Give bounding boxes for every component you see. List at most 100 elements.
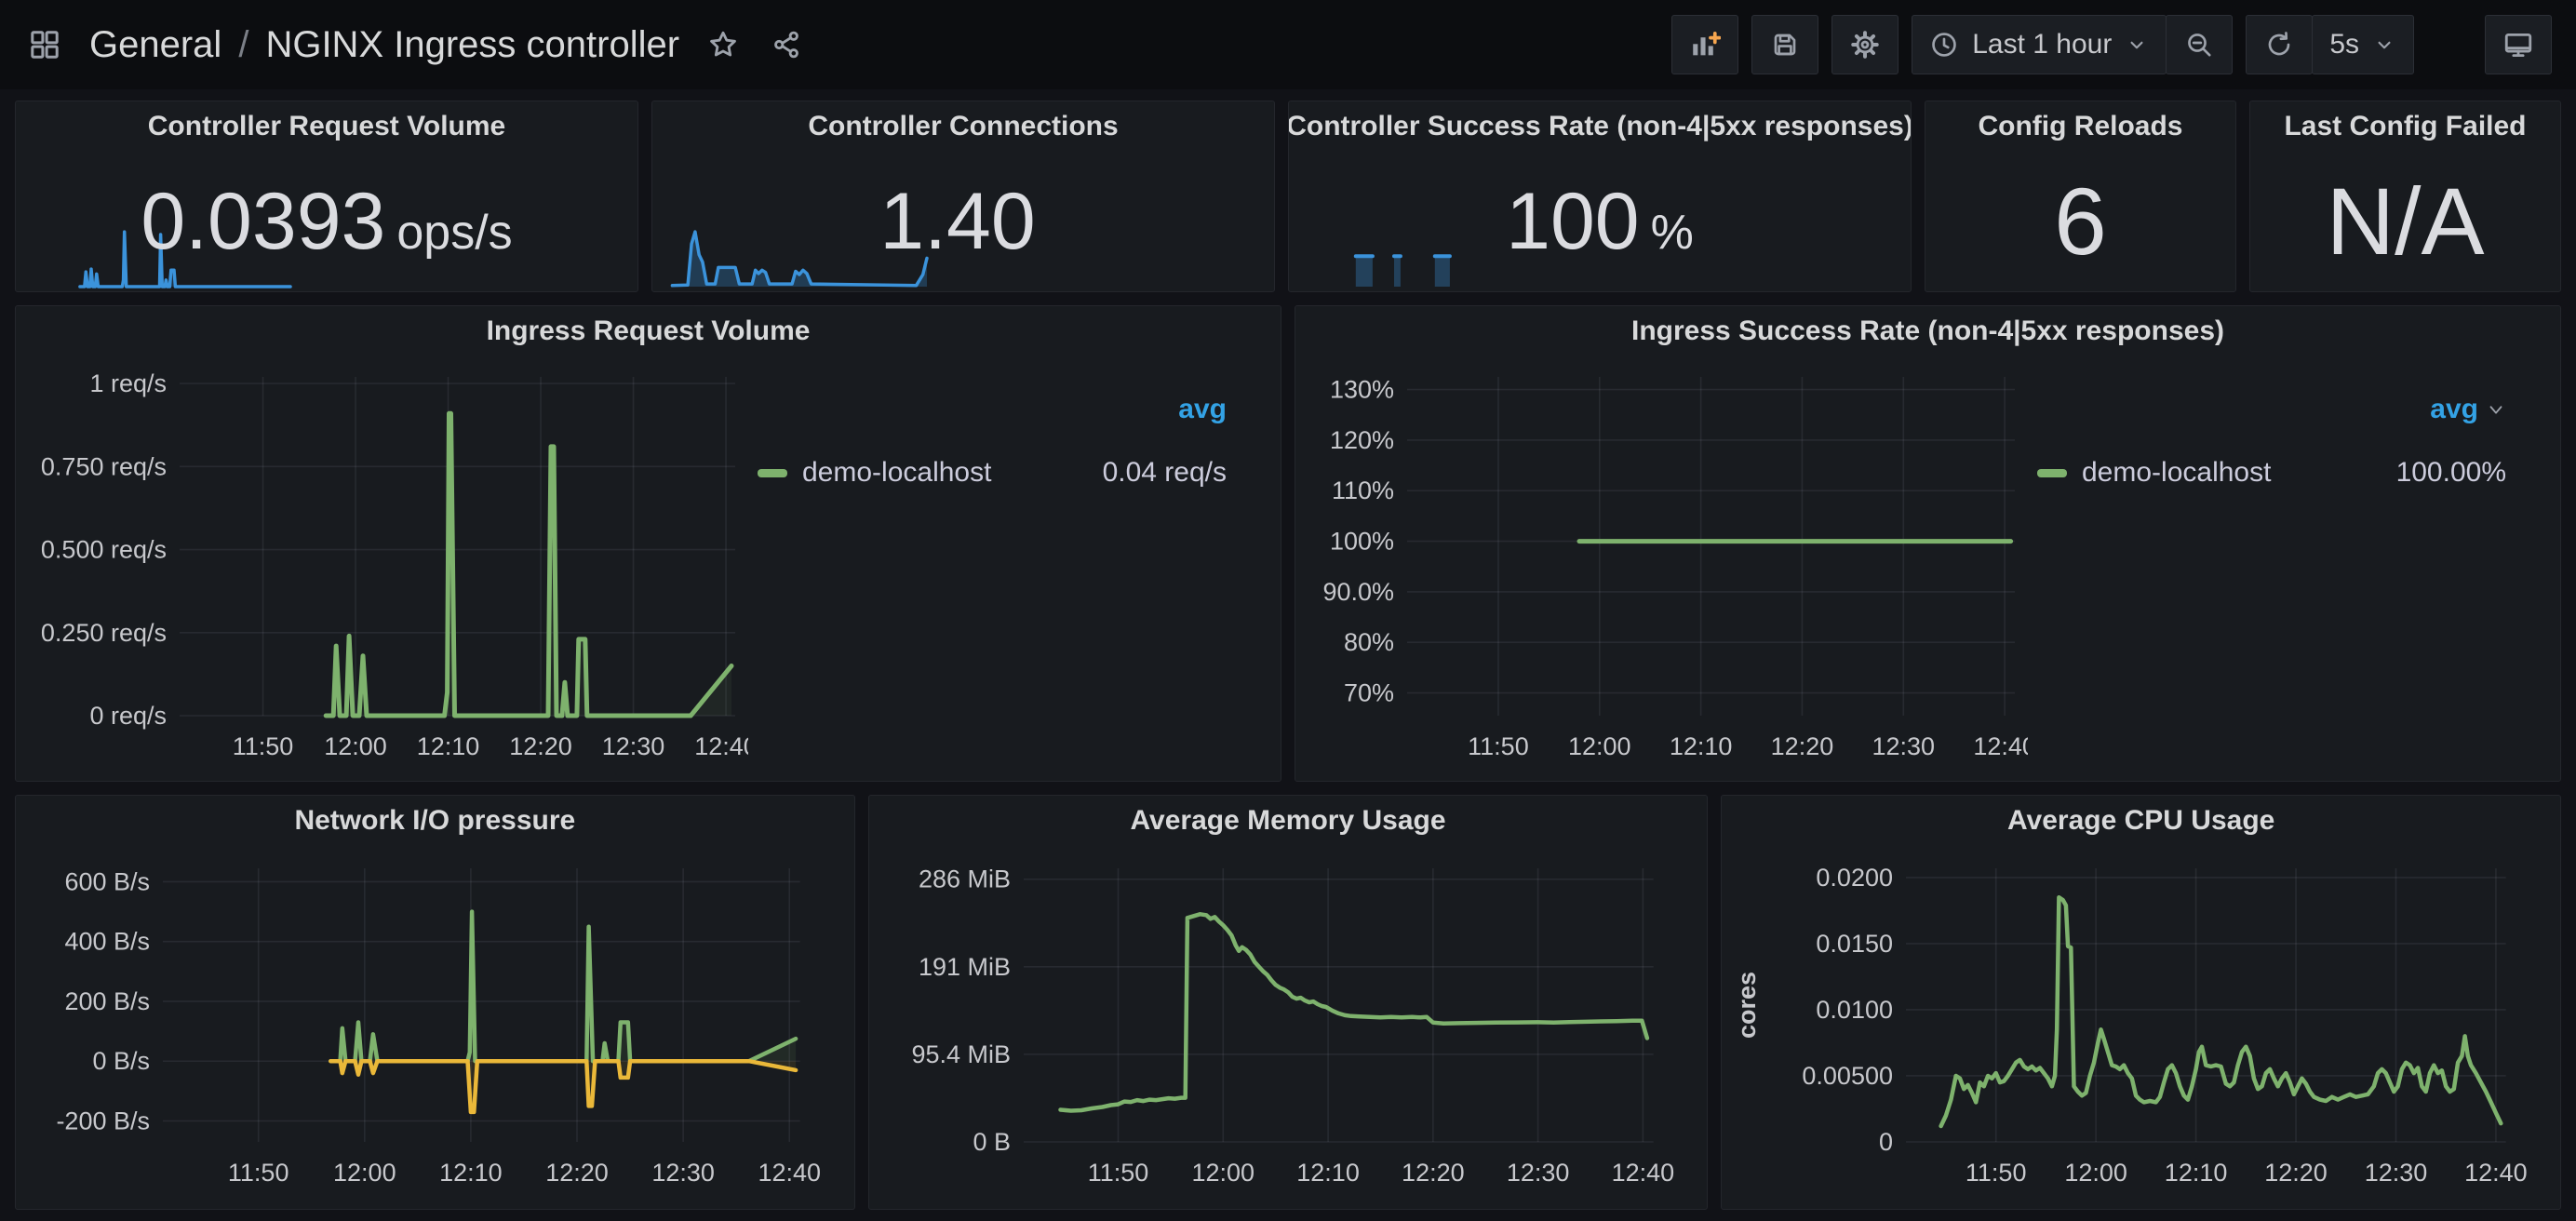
- breadcrumb-folder[interactable]: General: [89, 24, 221, 66]
- panel-title[interactable]: Controller Connections: [652, 101, 1274, 152]
- plus-icon: [1711, 34, 1720, 43]
- zoom-out-icon: [2184, 30, 2214, 60]
- svg-text:100%: 100%: [1330, 528, 1394, 556]
- svg-text:12:40: 12:40: [1611, 1159, 1674, 1187]
- ingress-request-volume-chart[interactable]: 11:5012:0012:1012:2012:3012:400 req/s0.2…: [21, 362, 748, 773]
- series-color-marker: [2037, 469, 2067, 477]
- svg-text:12:10: 12:10: [417, 732, 480, 760]
- share-icon[interactable]: [767, 25, 806, 64]
- svg-text:12:10: 12:10: [439, 1159, 503, 1187]
- stat-value: 0.0393ops/s: [141, 181, 512, 262]
- svg-text:12:30: 12:30: [1506, 1159, 1569, 1187]
- ingress-success-rate-chart[interactable]: 11:5012:0012:1012:2012:3012:4070%80%90.0…: [1301, 362, 2028, 773]
- svg-text:90.0%: 90.0%: [1322, 578, 1394, 606]
- panel-title[interactable]: Network I/O pressure: [16, 796, 854, 846]
- panel-config-reloads: Config Reloads 6: [1925, 101, 2236, 292]
- panel-network-io-pressure: Network I/O pressure 11:50 12:00 12:10 12:2…: [15, 795, 855, 1210]
- svg-text:11:50: 11:50: [1087, 1159, 1148, 1187]
- panel-title[interactable]: Average Memory Usage: [869, 796, 1708, 846]
- svg-text:cores: cores: [1733, 972, 1761, 1039]
- svg-text:0.0100: 0.0100: [1817, 996, 1894, 1024]
- panel-average-cpu-usage: Average CPU Usage 11:5012:0012:1012:2012…: [1721, 795, 2561, 1210]
- panel-controller-request-volume: Controller Request Volume 0.0393ops/s: [15, 101, 638, 292]
- star-icon[interactable]: [704, 25, 743, 64]
- panel-title[interactable]: Config Reloads: [1925, 101, 2235, 152]
- svg-text:12:00: 12:00: [2065, 1159, 2128, 1187]
- legend-row: demo-localhost 0.04 req/s: [758, 457, 1227, 489]
- monitor-icon: [2502, 29, 2534, 60]
- time-range-picker[interactable]: Last 1 hour: [1912, 15, 2167, 74]
- svg-text:191 MiB: 191 MiB: [919, 953, 1011, 981]
- panel-title[interactable]: Ingress Success Rate (non-4|5xx response…: [1295, 306, 2560, 356]
- svg-text:0.00500: 0.00500: [1803, 1062, 1894, 1090]
- svg-text:12:20: 12:20: [1771, 732, 1834, 760]
- svg-text:12:20: 12:20: [2265, 1159, 2328, 1187]
- dashboard-settings-button[interactable]: [1831, 15, 1898, 74]
- legend: avg demo-localhost 0.04 req/s: [748, 362, 1269, 773]
- average-cpu-chart[interactable]: 11:5012:0012:1012:2012:3012:4000.005000.…: [1727, 852, 2549, 1201]
- save-dashboard-button[interactable]: [1751, 15, 1818, 74]
- svg-text:11:50: 11:50: [1468, 732, 1529, 760]
- cycle-view-mode-button[interactable]: [2485, 15, 2552, 74]
- svg-text:11:50: 11:50: [228, 1159, 289, 1187]
- svg-text:12:10: 12:10: [2165, 1159, 2228, 1187]
- refresh-interval-picker[interactable]: 5s: [2312, 15, 2414, 74]
- svg-text:12:00: 12:00: [324, 732, 387, 760]
- time-range-label: Last 1 hour: [1972, 29, 2112, 60]
- svg-text:120%: 120%: [1330, 426, 1394, 454]
- svg-text:110%: 110%: [1332, 476, 1394, 504]
- svg-text:1 req/s: 1 req/s: [89, 369, 167, 397]
- panel-ingress-success-rate: Ingress Success Rate (non-4|5xx response…: [1295, 305, 2561, 782]
- clock-icon: [1929, 30, 1959, 60]
- chevron-down-icon: [2372, 33, 2396, 57]
- svg-text:0.0200: 0.0200: [1817, 864, 1894, 892]
- svg-text:12:10: 12:10: [1670, 732, 1733, 760]
- panel-title[interactable]: Controller Request Volume: [16, 101, 637, 152]
- panel-controller-connections: Controller Connections 1.40: [651, 101, 1275, 292]
- svg-text:80%: 80%: [1344, 628, 1394, 656]
- average-memory-chart[interactable]: 11:5012:0012:1012:2012:3012:400 B95.4 Mi…: [875, 852, 1697, 1201]
- svg-text:0 B/s: 0 B/s: [92, 1047, 150, 1075]
- page-title[interactable]: NGINX Ingress controller: [265, 24, 679, 66]
- svg-text:0.750 req/s: 0.750 req/s: [41, 452, 167, 480]
- network-io-chart[interactable]: 11:5012:0012:1012:2012:3012:40-200 B/s0 …: [21, 852, 843, 1201]
- panel-title[interactable]: Last Config Failed: [2250, 101, 2560, 152]
- stat-body: 1.40: [652, 152, 1274, 291]
- svg-text:12:40: 12:40: [2464, 1159, 2528, 1187]
- save-icon: [1770, 30, 1800, 60]
- svg-text:600 B/s: 600 B/s: [64, 867, 150, 895]
- svg-text:0.500 req/s: 0.500 req/s: [41, 536, 167, 564]
- refresh-button[interactable]: [2246, 15, 2313, 74]
- svg-text:400 B/s: 400 B/s: [64, 928, 150, 956]
- panel-title[interactable]: Ingress Request Volume: [16, 306, 1281, 356]
- legend-column-avg[interactable]: avg: [2037, 394, 2506, 425]
- panel-ingress-request-volume: Ingress Request Volume 11:5012:0012:1012…: [15, 305, 1281, 782]
- svg-text:12:20: 12:20: [509, 732, 572, 760]
- chevron-down-icon: [2125, 33, 2149, 57]
- svg-text:12:20: 12:20: [1402, 1159, 1465, 1187]
- svg-text:12:30: 12:30: [651, 1159, 715, 1187]
- panel-title[interactable]: Controller Success Rate (non-4|5xx respo…: [1289, 101, 1911, 152]
- svg-text:12:00: 12:00: [333, 1159, 396, 1187]
- dashboards-grid-icon[interactable]: [24, 24, 65, 65]
- series-name[interactable]: demo-localhost: [802, 457, 991, 489]
- refresh-interval-label: 5s: [2329, 29, 2359, 60]
- svg-text:12:40: 12:40: [694, 732, 748, 760]
- refresh-icon: [2264, 30, 2294, 60]
- svg-text:200 B/s: 200 B/s: [64, 987, 150, 1015]
- panel-title[interactable]: Average CPU Usage: [1722, 796, 2560, 846]
- series-name[interactable]: demo-localhost: [2082, 457, 2271, 489]
- series-avg-value: 100.00%: [2396, 457, 2506, 489]
- stat-value: 1.40: [879, 181, 1046, 262]
- add-panel-button[interactable]: [1671, 15, 1738, 74]
- stat-body: N/A: [2250, 152, 2560, 291]
- panel-average-memory-usage: Average Memory Usage 11:5012:0012:1012:2…: [868, 795, 1709, 1210]
- stat-value: N/A: [2326, 174, 2484, 269]
- svg-text:286 MiB: 286 MiB: [919, 865, 1011, 893]
- zoom-out-button[interactable]: [2166, 15, 2233, 74]
- svg-text:12:00: 12:00: [1568, 732, 1631, 760]
- legend-column-avg[interactable]: avg: [758, 394, 1227, 425]
- stat-body: 0.0393ops/s: [16, 152, 637, 291]
- svg-text:12:20: 12:20: [545, 1159, 609, 1187]
- svg-text:12:00: 12:00: [1191, 1159, 1254, 1187]
